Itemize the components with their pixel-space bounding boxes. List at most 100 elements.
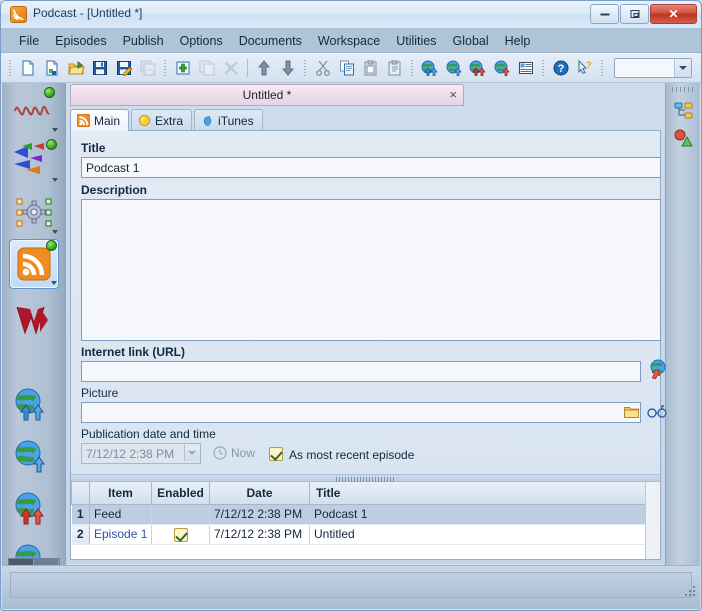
sidebar-item-waveform[interactable] [9,85,59,135]
picture-input[interactable] [81,402,641,423]
column-header-date[interactable]: Date [209,482,310,505]
chevron-down-icon[interactable] [674,58,691,77]
document-tab[interactable]: Untitled * × [70,84,464,106]
cell-item[interactable]: Feed [89,504,152,525]
menu-item-utilities[interactable]: Utilities [388,31,444,51]
enabled-checkbox[interactable] [173,527,188,542]
status-bar-panel [10,572,692,598]
resize-grip[interactable] [683,584,695,596]
menu-item-file[interactable]: File [11,31,47,51]
close-icon[interactable]: × [449,88,457,101]
column-header-enabled[interactable]: Enabled [151,482,210,505]
toolbar-grip-6[interactable] [600,59,605,77]
tab-main[interactable]: Main [70,109,130,131]
status-badge [46,240,57,251]
folder-icon[interactable] [624,405,639,419]
internet-link-input[interactable] [81,361,641,382]
chevron-down-icon[interactable] [184,445,199,461]
sidebar-item-markers[interactable] [9,135,59,185]
chevron-down-icon[interactable] [52,178,58,182]
maximize-button[interactable] [620,4,649,24]
minimize-icon [600,13,609,16]
minimize-button[interactable] [590,4,619,24]
glasses-icon[interactable] [647,403,667,419]
publication-date-input[interactable] [81,443,201,464]
chevron-down-icon[interactable] [52,128,58,132]
cell-enabled[interactable] [151,504,210,525]
internet-link-label: Internet link (URL) [81,345,185,359]
picture-label: Picture [81,386,119,400]
window-controls: ✕ [590,4,697,24]
toolbar-grip[interactable] [8,59,13,77]
cell-date[interactable]: 7/12/12 2:38 PM [209,504,310,525]
close-icon: ✕ [668,7,679,21]
title-input[interactable] [81,157,661,178]
menu-item-help[interactable]: Help [497,31,539,51]
panel-splitter[interactable] [71,474,660,482]
save-as-icon[interactable] [113,56,135,80]
publish-all-globe-icon[interactable] [467,56,489,80]
paste-special-icon[interactable] [384,56,406,80]
toolbar-grip-2[interactable] [163,59,168,77]
chevron-down-icon[interactable] [51,281,57,285]
menu-item-global[interactable]: Global [445,31,497,51]
close-button[interactable]: ✕ [650,4,697,24]
paste-icon[interactable] [360,56,382,80]
move-up-icon[interactable] [253,56,275,80]
toolbar-grip-3[interactable] [303,59,308,77]
column-header-item[interactable]: Item [89,482,152,505]
rightbar-item-tree[interactable] [672,99,696,123]
save-all-icon [137,56,159,80]
tab-itunes[interactable]: iTunes [194,109,263,131]
copy-icon[interactable] [336,56,358,80]
new-from-template-icon[interactable] [41,56,63,80]
sidebar-item-upload[interactable] [9,431,59,481]
sidebar-item-upload-all[interactable] [9,379,59,429]
menu-item-workspace[interactable]: Workspace [310,31,388,51]
now-button-label: Now [231,446,256,460]
right-sidebar-grip[interactable] [672,87,694,92]
toolbar-combo[interactable] [614,57,692,78]
open-folder-icon[interactable] [65,56,87,80]
globe-red-arrow-icon[interactable] [647,359,667,379]
properties-icon[interactable] [515,56,537,80]
help-icon[interactable]: ? [550,56,572,80]
cell-date[interactable]: 7/12/12 2:38 PM [209,524,310,545]
column-header-rownum[interactable] [71,482,90,505]
table-row[interactable]: 1 Feed 7/12/12 2:38 PM Podcast 1 [71,504,660,525]
publish-globe-icon[interactable] [491,56,513,80]
upload-all-globe-icon[interactable] [419,56,441,80]
cell-item[interactable]: Episode 1 [89,524,152,545]
menu-item-episodes[interactable]: Episodes [47,31,114,51]
grid-vertical-scrollbar[interactable] [645,482,660,559]
cell-title[interactable]: Podcast 1 [309,504,660,525]
cut-icon[interactable] [312,56,334,80]
sidebar-item-publish-all[interactable] [9,483,59,533]
tab-extra[interactable]: Extra [131,109,193,131]
menu-item-documents[interactable]: Documents [231,31,310,51]
cell-enabled[interactable] [151,524,210,545]
column-header-title[interactable]: Title [309,482,660,505]
rightbar-item-shapes[interactable] [672,127,696,151]
sidebar-item-settings[interactable] [9,187,59,237]
toolbar-grip-4[interactable] [410,59,415,77]
as-most-recent-checkbox[interactable] [269,447,283,461]
sidebar-item-wavepad[interactable] [9,295,59,345]
description-textarea[interactable] [81,199,661,341]
context-help-icon[interactable]: ? [574,56,596,80]
save-icon[interactable] [89,56,111,80]
table-header-row: Item Enabled Date Title [71,482,660,505]
now-button[interactable]: Now [213,446,255,460]
new-document-icon[interactable] [17,56,39,80]
menu-item-publish[interactable]: Publish [115,31,172,51]
chevron-down-icon[interactable] [52,230,58,234]
table-row[interactable]: 2 Episode 1 7/12/12 2:38 PM Untitled [71,524,660,545]
add-item-icon[interactable] [172,56,194,80]
menu-item-options[interactable]: Options [172,31,231,51]
toolbar-grip-5[interactable] [541,59,546,77]
upload-globe-icon[interactable] [443,56,465,80]
cell-title[interactable]: Untitled [309,524,660,545]
sidebar-item-podcast[interactable] [9,239,59,289]
right-sidebar [665,83,700,583]
move-down-icon[interactable] [277,56,299,80]
